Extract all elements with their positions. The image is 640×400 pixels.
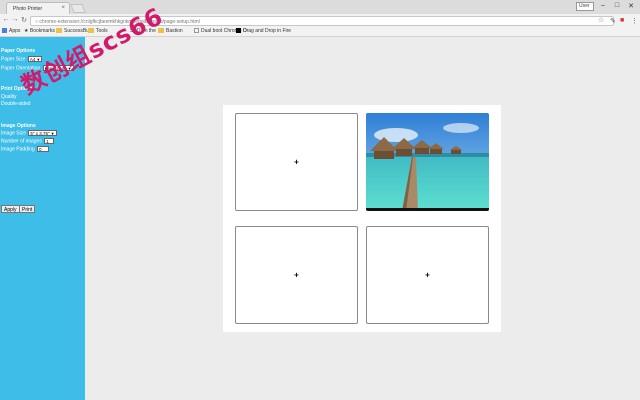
close-window-icon[interactable]: ✕: [626, 2, 636, 10]
tab-bar: Photo Printer × User – □ ✕: [0, 0, 640, 14]
tab-title: Photo Printer: [13, 6, 43, 12]
print-button[interactable]: Print: [19, 205, 36, 213]
paper-options-title: Paper Options: [1, 48, 36, 54]
folder-icon: [56, 28, 62, 34]
apps-bookmark[interactable]: Apps: [2, 28, 20, 34]
add-photo-icon[interactable]: +: [294, 271, 299, 280]
image-padding-input[interactable]: 0: [37, 146, 50, 152]
maximize-icon[interactable]: □: [612, 2, 622, 9]
bookmark-star-icon[interactable]: ☆: [598, 16, 604, 24]
add-photo-icon[interactable]: +: [425, 271, 430, 280]
minimize-icon[interactable]: –: [598, 2, 608, 9]
photo-slot[interactable]: +: [235, 226, 358, 324]
new-tab-button[interactable]: [70, 4, 86, 13]
image-size-row: Image Size 5" x 3.75"▼: [1, 130, 57, 136]
reload-icon[interactable]: ↻: [20, 16, 28, 24]
apply-button[interactable]: Apply: [1, 205, 20, 213]
print-page: + + +: [223, 105, 501, 332]
user-badge[interactable]: User: [576, 2, 594, 11]
print-extension-icon[interactable]: ■: [620, 17, 624, 24]
tab-close-icon[interactable]: ×: [61, 5, 65, 11]
menu-icon[interactable]: ⋮: [631, 17, 638, 25]
eyedropper-extension-icon[interactable]: ✎: [610, 17, 616, 25]
browser-tab[interactable]: Photo Printer ×: [6, 2, 70, 14]
photo-slot-filled[interactable]: [366, 113, 489, 211]
photo-slot[interactable]: +: [235, 113, 358, 211]
drag-drop-bookmark[interactable]: Drag and Drop in Fire: [236, 28, 291, 34]
forward-icon[interactable]: →: [11, 16, 19, 23]
image-size-label: Image Size: [1, 130, 27, 137]
back-icon[interactable]: ←: [2, 16, 10, 23]
apps-grid-icon: [2, 28, 7, 34]
app-window: Photo Printer × User – □ ✕ ← → ↻ ○ chrom…: [0, 0, 640, 400]
bookmarks-bookmark[interactable]: ★ Bookmarks: [24, 28, 55, 34]
image-padding-label: Image Padding: [1, 146, 35, 153]
paper-size-label: Paper Size: [1, 56, 26, 63]
number-of-images-input[interactable]: 1: [44, 138, 55, 144]
quality-label: Quality: [1, 94, 17, 100]
page-icon: [236, 28, 241, 34]
beach-photo: [366, 113, 489, 211]
chevron-down-icon: ▼: [50, 131, 55, 136]
page-icon: [194, 28, 199, 34]
number-of-images-row: Number of images 1: [1, 138, 55, 145]
image-options-title: Image Options: [1, 123, 36, 129]
image-padding-row: Image Padding 0: [1, 146, 50, 153]
double-sided-label: Double-sided: [1, 101, 31, 107]
photo-slot[interactable]: +: [366, 226, 489, 324]
add-photo-icon[interactable]: +: [294, 158, 299, 167]
number-of-images-label: Number of images: [1, 138, 42, 145]
image-size-select[interactable]: 5" x 3.75"▼: [28, 130, 57, 136]
